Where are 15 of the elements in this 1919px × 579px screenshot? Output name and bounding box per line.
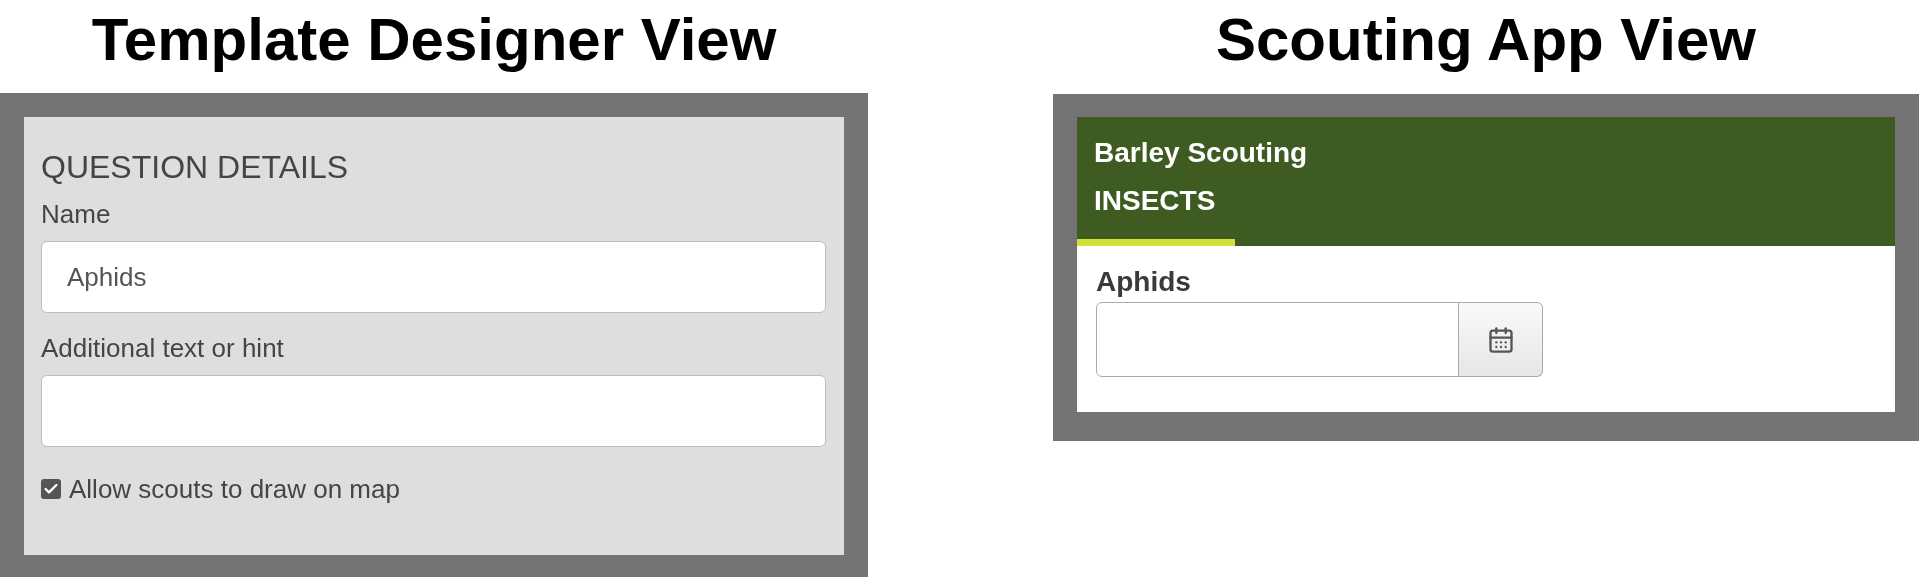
- calendar-icon: [1486, 325, 1515, 354]
- field-label: Additional text or hint: [41, 332, 285, 365]
- field-label: Name: [41, 198, 112, 231]
- view-title: Template Designer View: [90, 5, 778, 75]
- question-label: Aphids: [1096, 265, 1192, 299]
- checkbox[interactable]: [41, 479, 61, 499]
- calendar-button[interactable]: [1459, 302, 1543, 377]
- tab[interactable]: INSECTS: [1077, 183, 1235, 246]
- checkbox-label: Allow scouts to draw on map: [69, 473, 400, 506]
- view-title: Scouting App View: [1215, 5, 1757, 75]
- text-field[interactable]: Aphids: [41, 241, 826, 313]
- date-field[interactable]: [1096, 302, 1459, 377]
- text-field[interactable]: [41, 375, 826, 447]
- app-title: Barley Scouting: [1093, 136, 1309, 170]
- section-title: QUESTION DETAILS: [41, 148, 349, 187]
